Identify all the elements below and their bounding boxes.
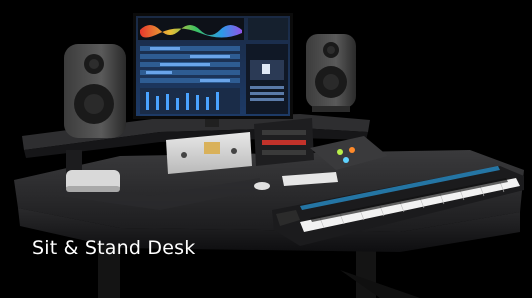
rack-units [254, 118, 314, 166]
right-speaker [306, 34, 356, 112]
mini-computer [66, 170, 120, 192]
mouse [254, 182, 270, 190]
left-speaker [64, 44, 126, 138]
caption-sit-stand-desk: Sit & Stand Desk [32, 237, 196, 259]
computer-monitor [133, 13, 293, 127]
